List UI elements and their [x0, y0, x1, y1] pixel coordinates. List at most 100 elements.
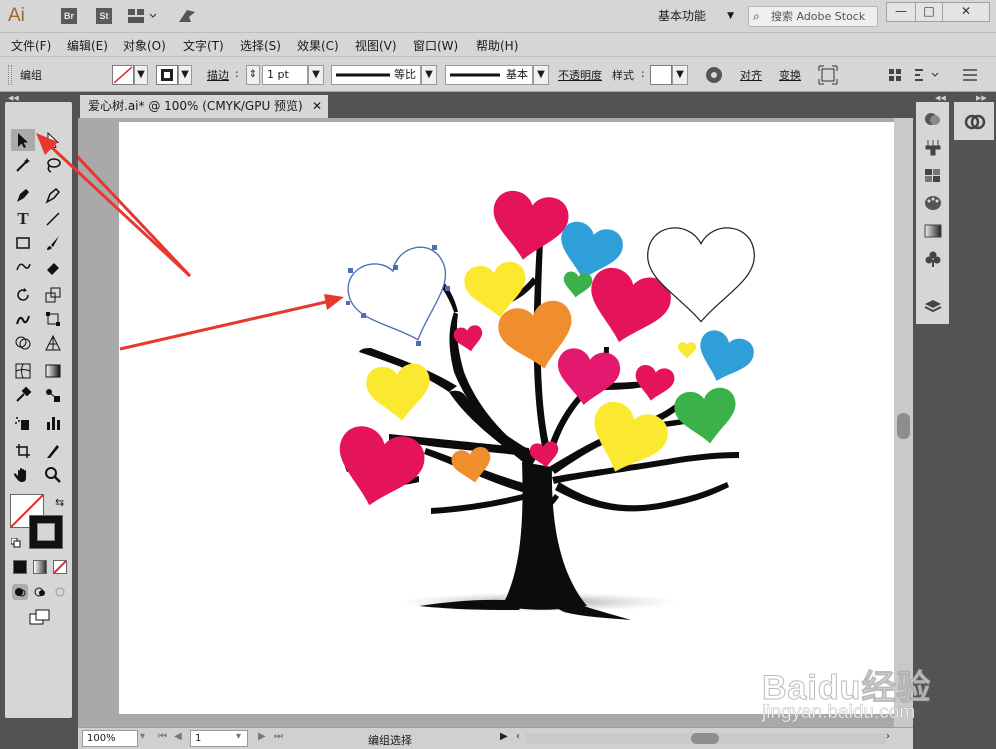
scroll-right-icon[interactable]: › — [886, 731, 890, 742]
collapse-libraries-icon[interactable]: ▶▶ — [976, 94, 987, 102]
menu-help[interactable]: 帮助(H) — [476, 37, 518, 54]
menu-effect[interactable]: 效果(C) — [297, 37, 339, 54]
none-mode-icon[interactable] — [53, 560, 67, 574]
layers-panel-icon[interactable] — [924, 298, 942, 316]
brushes-panel-icon[interactable] — [924, 138, 942, 156]
stroke-weight-dropdown[interactable]: ▼ — [308, 65, 324, 85]
panel-grip[interactable] — [8, 65, 12, 85]
align-label[interactable]: 对齐 — [740, 67, 762, 83]
close-button[interactable]: ✕ — [942, 2, 990, 22]
last-artboard-icon[interactable]: ⏭ — [274, 731, 283, 742]
recolor-artwork-icon[interactable] — [704, 65, 724, 85]
artboard-dropdown-icon[interactable]: ▾ — [236, 731, 241, 742]
brush-definition[interactable]: 基本 — [445, 65, 533, 85]
gradient-tool-icon[interactable] — [41, 360, 65, 382]
status-bar: 100% ▾ ⏮ ◀ 1 ▾ ▶ ⏭ 编组选择 ▶ ‹ › — [78, 727, 913, 749]
shape-builder-tool-icon[interactable] — [11, 332, 35, 354]
menu-icon[interactable] — [960, 65, 980, 85]
hand-tool-icon[interactable] — [11, 464, 35, 486]
swap-colors-icon[interactable]: ⇆ — [55, 496, 64, 509]
title-bar: Ai Br St 基本功能 ▼ ⌕ 搜索 Adobe Stock — □ ✕ — [0, 0, 996, 33]
screen-mode-icon[interactable] — [28, 608, 52, 626]
draw-normal-icon[interactable] — [12, 584, 28, 600]
minimize-button[interactable]: — — [886, 2, 916, 22]
menu-window[interactable]: 窗口(W) — [413, 37, 458, 54]
stroke-dropdown[interactable]: ▼ — [178, 65, 192, 85]
prev-artboard-icon[interactable]: ◀ — [174, 731, 182, 742]
stroke-weight-input[interactable]: 1 pt — [262, 65, 308, 85]
libraries-dock: ▶▶ — [952, 92, 996, 749]
stroke-label[interactable]: 描边 — [207, 67, 229, 83]
first-artboard-icon[interactable]: ⏮ — [158, 731, 167, 742]
gradient-panel-icon[interactable] — [924, 222, 942, 240]
zoom-input[interactable]: 100% — [82, 730, 138, 747]
stroke-swatch[interactable] — [156, 65, 178, 85]
brush-label: 基本 — [506, 68, 528, 81]
canvas-area[interactable] — [78, 118, 894, 727]
menu-object[interactable]: 对象(O) — [123, 37, 166, 54]
stroke-weight-stepper[interactable]: ⇕ — [246, 65, 260, 85]
next-artboard-icon[interactable]: ▶ — [258, 731, 266, 742]
style-label: 样式 — [612, 69, 634, 82]
menu-edit[interactable]: 编辑(E) — [67, 37, 108, 54]
collapse-dock-icon[interactable]: ◀◀ — [935, 94, 946, 102]
isolate-group-icon[interactable] — [818, 65, 838, 85]
color-mode-icon[interactable] — [13, 560, 27, 574]
color-panel-icon[interactable] — [924, 194, 942, 212]
horizontal-scrollbar[interactable] — [526, 733, 886, 744]
stroke-color-swatch[interactable] — [29, 515, 63, 549]
graphic-style-swatch[interactable] — [650, 65, 672, 85]
gradient-mode-icon[interactable] — [33, 560, 47, 574]
appearance-panel-icon[interactable] — [924, 110, 942, 128]
bridge-button[interactable]: Br — [61, 8, 77, 24]
scroll-left-icon[interactable]: ‹ — [516, 731, 520, 742]
stock-button[interactable]: St — [96, 8, 112, 24]
variable-width-profile[interactable]: 等比 — [331, 65, 421, 85]
menu-file[interactable]: 文件(F) — [11, 37, 51, 54]
annotation-arrow-head — [36, 133, 192, 278]
column-graph-tool-icon[interactable] — [41, 412, 65, 434]
slice-tool-icon[interactable] — [41, 440, 65, 462]
transform-label[interactable]: 变换 — [779, 67, 801, 83]
fill-dropdown[interactable]: ▼ — [134, 65, 148, 85]
arrange-icon[interactable] — [886, 65, 906, 85]
free-transform-tool-icon[interactable] — [41, 308, 65, 330]
draw-inside-icon[interactable] — [52, 584, 68, 600]
panel-options-icon[interactable] — [912, 65, 942, 85]
maximize-button[interactable]: □ — [915, 2, 943, 22]
h-scroll-thumb[interactable] — [691, 733, 719, 744]
symbol-sprayer-tool-icon[interactable] — [11, 412, 35, 434]
stock-search-input[interactable]: ⌕ 搜索 Adobe Stock — [748, 6, 878, 27]
gpu-performance-icon[interactable] — [177, 8, 195, 24]
profile-label: 等比 — [394, 68, 416, 81]
menu-select[interactable]: 选择(S) — [240, 37, 281, 54]
status-menu-icon[interactable]: ▶ — [500, 731, 508, 742]
workspace-switcher[interactable]: 基本功能 ▼ — [652, 6, 742, 26]
artboard-tool-icon[interactable] — [11, 440, 35, 462]
creative-cloud-libraries-icon[interactable] — [964, 112, 986, 130]
zoom-dropdown-icon[interactable]: ▾ — [140, 731, 145, 742]
style-dropdown[interactable]: ▼ — [672, 65, 688, 85]
colon-label-2: : — [641, 67, 645, 80]
menu-view[interactable]: 视图(V) — [355, 37, 397, 54]
perspective-grid-tool-icon[interactable] — [41, 332, 65, 354]
default-colors-icon[interactable] — [10, 537, 21, 548]
zoom-tool-icon[interactable] — [41, 464, 65, 486]
eyedropper-tool-icon[interactable] — [11, 384, 35, 406]
swatches-panel-icon[interactable] — [924, 166, 942, 184]
profile-dropdown[interactable]: ▼ — [421, 65, 437, 85]
fill-swatch[interactable] — [112, 65, 134, 85]
warp-tool-icon[interactable] — [11, 308, 35, 330]
vertical-scrollbar[interactable] — [894, 118, 913, 727]
scroll-thumb[interactable] — [897, 413, 910, 439]
opacity-label[interactable]: 不透明度 — [558, 67, 602, 83]
menu-type[interactable]: 文字(T) — [183, 37, 224, 54]
panel-icons — [916, 102, 949, 324]
symbols-panel-icon[interactable] — [924, 250, 942, 268]
blend-tool-icon[interactable] — [41, 384, 65, 406]
close-tab-icon[interactable]: ✕ — [312, 95, 322, 118]
mesh-tool-icon[interactable] — [11, 360, 35, 382]
draw-behind-icon[interactable] — [32, 584, 48, 600]
arrange-documents-icon[interactable] — [128, 8, 157, 24]
brush-dropdown[interactable]: ▼ — [533, 65, 549, 85]
